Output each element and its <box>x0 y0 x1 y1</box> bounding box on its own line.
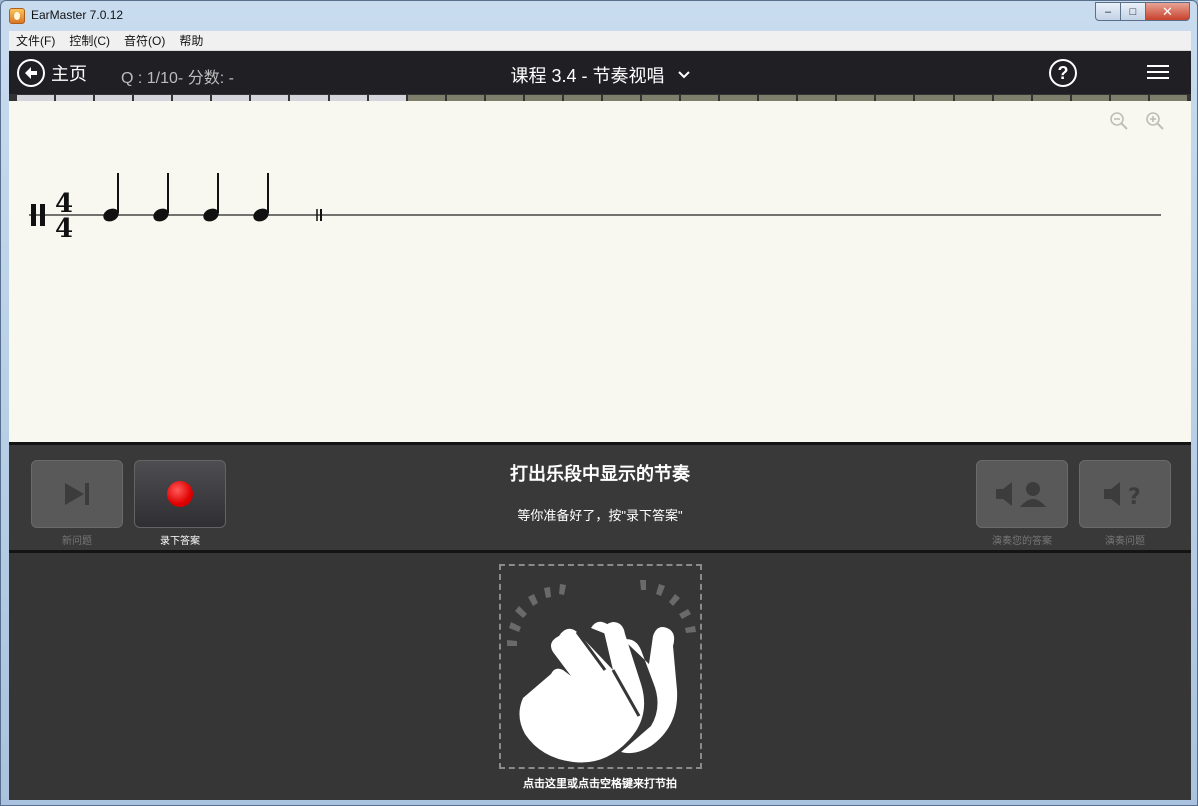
tap-area: 点击这里或点击空格键来打节拍 <box>9 553 1191 800</box>
maximize-button[interactable]: □ <box>1121 2 1146 21</box>
earmaster-app-icon <box>9 8 25 24</box>
lesson-title: 课程 3.4 - 节奏视唱 <box>510 66 665 86</box>
control-bar: 新问题 录下答案 打出乐段中显示的节奏 等你准备好了，按"录下答案" 演奏您的答… <box>9 445 1191 550</box>
home-button[interactable]: 主页 <box>17 59 87 87</box>
menu-file[interactable]: 文件(F) <box>9 32 62 49</box>
time-signature-bottom: 4 <box>55 214 73 244</box>
hamburger-menu-icon[interactable] <box>1147 65 1169 81</box>
play-question-label: 演奏问题 <box>1105 536 1145 547</box>
menu-notes[interactable]: 音符(O) <box>117 32 172 49</box>
lesson-selector[interactable]: 课程 3.4 - 节奏视唱 <box>510 66 690 86</box>
score-panel: 4 4 <box>9 101 1191 442</box>
play-your-answer-button[interactable] <box>976 460 1068 528</box>
minimize-button[interactable]: – <box>1095 2 1121 21</box>
chevron-down-icon <box>677 71 690 79</box>
record-answer-label: 录下答案 <box>160 536 200 547</box>
window-title: EarMaster 7.0.12 <box>31 8 124 22</box>
quarter-note-icon <box>103 173 119 222</box>
new-question-label: 新问题 <box>62 536 92 547</box>
help-button[interactable]: ? <box>1049 59 1077 87</box>
home-label: 主页 <box>51 64 87 84</box>
speaker-question-icon: ? <box>1104 482 1141 509</box>
menu-help[interactable]: 帮助 <box>172 32 210 49</box>
clapping-hands-icon <box>507 580 696 763</box>
back-arrow-icon <box>17 59 45 87</box>
question-score-info: Q : 1/10- 分数: - <box>121 70 234 87</box>
menu-control[interactable]: 控制(C) <box>62 32 117 49</box>
title-bar: EarMaster 7.0.12 – □ ✕ <box>1 1 1197 31</box>
app-content: 主页 Q : 1/10- 分数: - 课程 3.4 - 节奏视唱 ? 4 4 新… <box>9 51 1191 800</box>
tap-pad[interactable] <box>499 564 702 769</box>
tap-area-label: 点击这里或点击空格键来打节拍 <box>523 778 677 790</box>
app-window: EarMaster 7.0.12 – □ ✕ 文件(F) 控制(C) 音符(O)… <box>0 0 1198 806</box>
menu-bar: 文件(F) 控制(C) 音符(O) 帮助 <box>9 31 1191 51</box>
speaker-person-icon <box>996 482 1046 507</box>
quarter-note-icon <box>203 173 219 222</box>
play-your-answer-label: 演奏您的答案 <box>992 536 1052 547</box>
rhythm-staff: 4 4 <box>29 173 1161 244</box>
close-button[interactable]: ✕ <box>1146 2 1190 21</box>
top-bar: 主页 Q : 1/10- 分数: - 课程 3.4 - 节奏视唱 ? <box>9 51 1191 94</box>
play-question-button[interactable]: ? <box>1079 460 1171 528</box>
svg-text:?: ? <box>1128 485 1141 509</box>
quarter-note-icon <box>153 173 169 222</box>
quarter-note-icon <box>253 173 269 222</box>
